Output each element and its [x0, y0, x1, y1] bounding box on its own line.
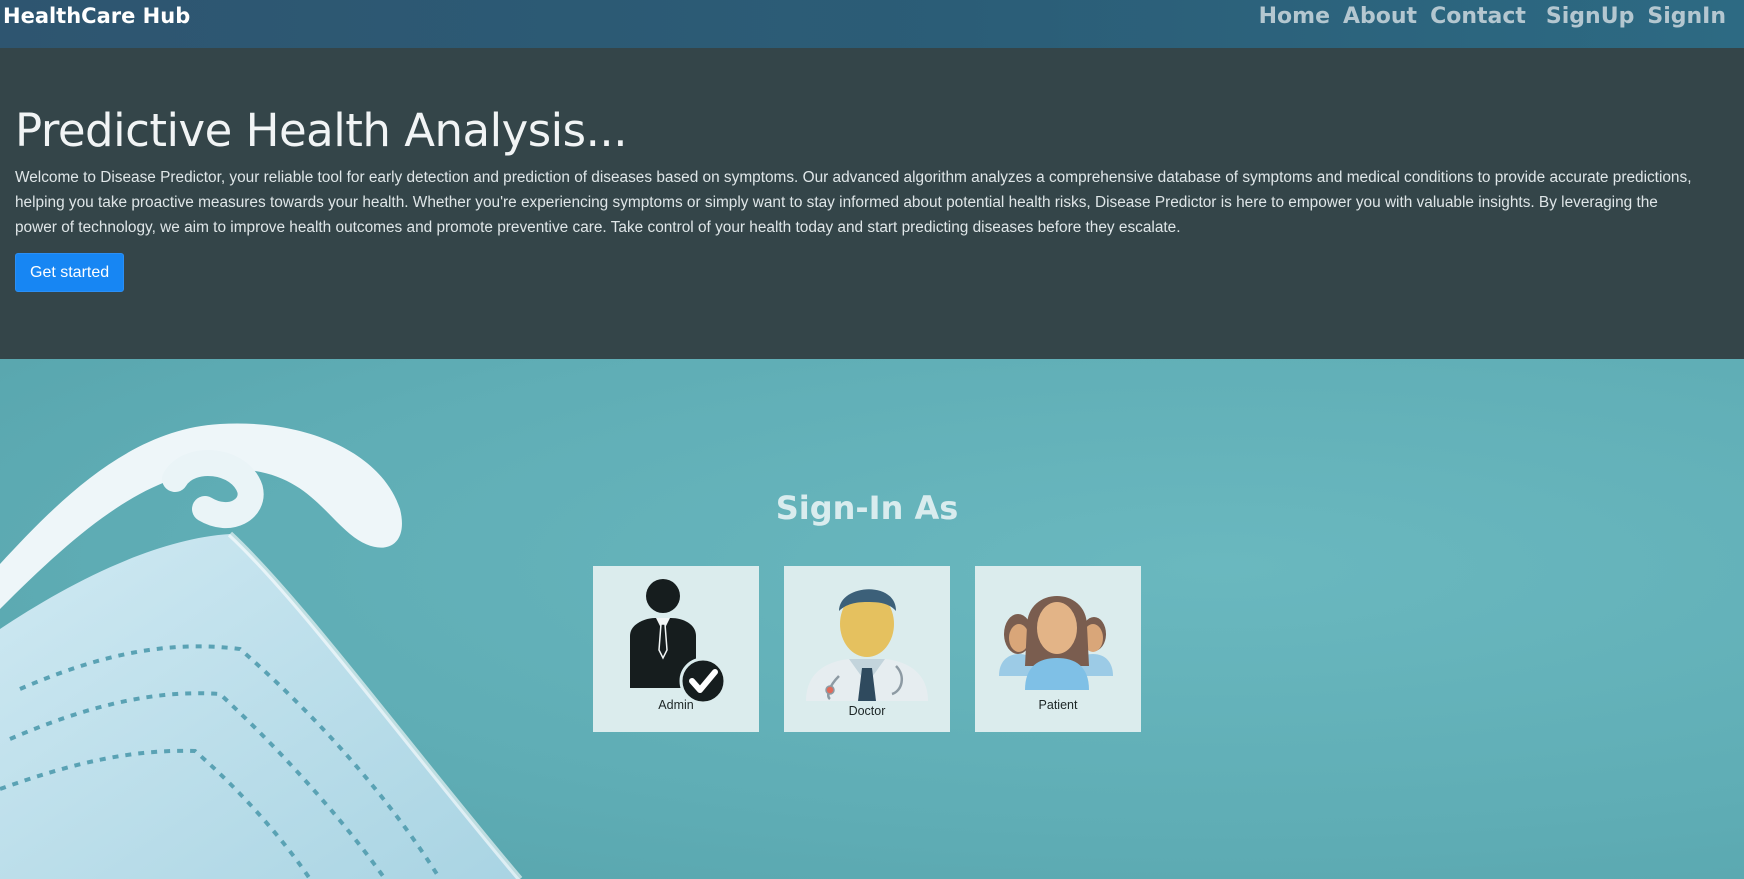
- signin-card-admin[interactable]: Admin: [593, 566, 759, 732]
- top-navbar: HealthCare Hub Home About Contact SignUp…: [0, 0, 1744, 48]
- signin-section: Sign-In As Admin Doctor Patient: [0, 359, 1744, 879]
- signin-card-patient[interactable]: Patient: [975, 566, 1141, 732]
- signin-heading: Sign-In As: [775, 489, 959, 527]
- nav-link-signin[interactable]: SignIn: [1647, 4, 1726, 29]
- nav-link-home[interactable]: Home: [1259, 4, 1330, 29]
- nav-link-about[interactable]: About: [1343, 4, 1417, 29]
- hero-description: Welcome to Disease Predictor, your relia…: [15, 169, 1692, 236]
- get-started-button[interactable]: Get started: [15, 253, 125, 292]
- signin-card-doctor[interactable]: Doctor: [784, 566, 950, 732]
- surgical-mask-image: [0, 423, 523, 879]
- nav-link-signup[interactable]: SignUp: [1546, 4, 1634, 29]
- nav-link-contact[interactable]: Contact: [1430, 4, 1526, 29]
- patient-label: Patient: [1038, 698, 1078, 712]
- brand-logo[interactable]: HealthCare Hub: [3, 4, 190, 28]
- hero-jumbotron: Predictive Health Analysis... Welcome to…: [0, 48, 1744, 359]
- admin-label: Admin: [658, 698, 694, 712]
- doctor-label: Doctor: [848, 704, 886, 718]
- nav-links: Home About Contact SignUp SignIn: [1246, 4, 1726, 29]
- hero-title: Predictive Health Analysis...: [15, 104, 628, 157]
